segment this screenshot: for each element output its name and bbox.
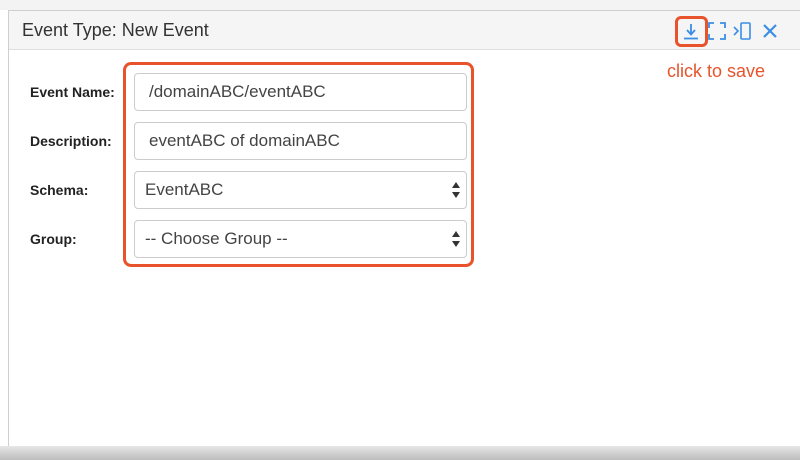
group-select[interactable]: -- Choose Group -- [134,220,467,258]
schema-label: Schema: [30,182,89,198]
group-label: Group: [30,231,77,247]
schema-select-value: EventABC [145,180,224,199]
select-arrows-icon [451,230,461,248]
schema-select[interactable]: EventABC [134,171,467,209]
event-type-panel: Event Type: New Event click to save Even… [8,10,800,450]
close-icon[interactable] [760,21,780,41]
bottom-scroll-edge [0,446,800,460]
description-label: Description: [30,133,112,149]
expand-icon[interactable] [707,21,727,41]
background-window-strip [0,0,800,10]
dock-right-icon[interactable] [733,21,753,41]
save-hint-annotation: click to save [667,61,766,81]
description-input[interactable] [134,122,467,160]
group-select-value: -- Choose Group -- [145,229,288,248]
event-name-input[interactable] [134,73,467,111]
panel-header: Event Type: New Event [9,11,800,50]
download-icon[interactable] [681,22,701,42]
select-arrows-icon [451,181,461,199]
event-name-label: Event Name: [30,84,115,100]
panel-title: Event Type: New Event [22,20,209,40]
